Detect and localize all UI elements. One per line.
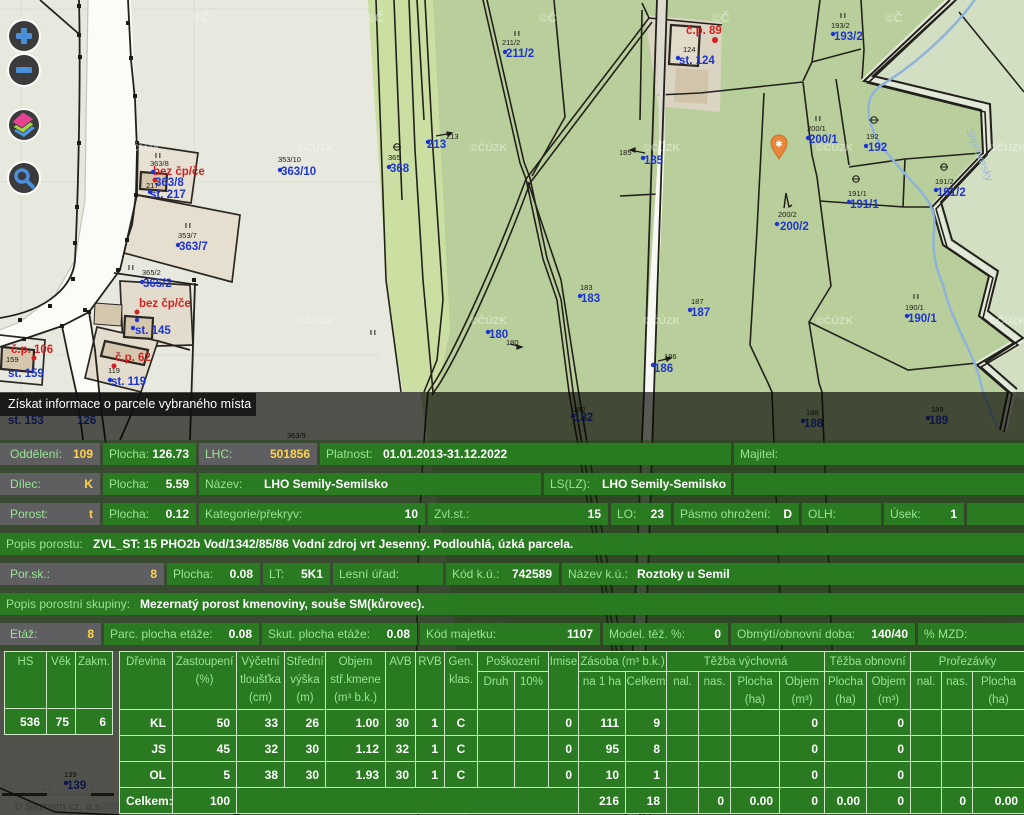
- svg-text:213: 213: [427, 139, 446, 151]
- svg-text:©ČÚZK: ©ČÚZK: [816, 314, 853, 327]
- svg-text:363/10: 363/10: [281, 166, 316, 178]
- svg-text:č.p. 89: č.p. 89: [686, 25, 722, 37]
- svg-text:190/1: 190/1: [905, 303, 924, 312]
- svg-text:©ČÚZK: ©ČÚZK: [470, 314, 507, 327]
- svg-text:211/2: 211/2: [502, 38, 520, 47]
- svg-text:193/2: 193/2: [831, 21, 850, 30]
- svg-text:I I: I I: [185, 223, 191, 230]
- svg-text:©ČÚZK: ©ČÚZK: [989, 141, 1024, 154]
- svg-text:©ČÚZK: ©ČÚZK: [470, 141, 507, 154]
- svg-text:I I: I I: [514, 31, 520, 38]
- svg-text:✱: ✱: [775, 139, 783, 149]
- svg-text:I I: I I: [840, 13, 846, 20]
- svg-text:©Č: ©Č: [366, 10, 384, 25]
- svg-text:©Č: ©Č: [712, 10, 730, 25]
- svg-text:I I: I I: [370, 330, 376, 337]
- svg-text:365: 365: [388, 153, 401, 162]
- svg-text:192: 192: [866, 132, 879, 141]
- svg-text:183: 183: [580, 283, 593, 292]
- svg-text:159: 159: [6, 355, 19, 364]
- svg-text:st. 124: st. 124: [679, 55, 715, 67]
- svg-text:365/2: 365/2: [143, 278, 172, 290]
- svg-text:I I: I I: [913, 294, 919, 301]
- svg-text:st. 217: st. 217: [150, 189, 186, 201]
- svg-text:bez čp/če: bez čp/če: [139, 298, 191, 310]
- svg-text:180: 180: [489, 329, 508, 341]
- svg-text:č.p. 106: č.p. 106: [11, 344, 53, 356]
- svg-text:©Č: ©Č: [539, 10, 557, 25]
- svg-text:353/7: 353/7: [178, 231, 197, 240]
- svg-text:187: 187: [691, 297, 704, 306]
- svg-text:200/2: 200/2: [780, 221, 809, 233]
- svg-text:©ČÚZK: ©ČÚZK: [297, 141, 334, 154]
- svg-text:191/1: 191/1: [850, 199, 879, 211]
- svg-text:363/8: 363/8: [155, 177, 184, 189]
- svg-text:186: 186: [654, 363, 673, 375]
- svg-text:191/1: 191/1: [848, 189, 867, 198]
- svg-text:200/2: 200/2: [778, 210, 797, 219]
- svg-text:©ČÚZK: ©ČÚZK: [643, 314, 680, 327]
- svg-text:200/1: 200/1: [807, 124, 826, 133]
- svg-text:193/2: 193/2: [834, 31, 863, 43]
- svg-text:I I: I I: [155, 153, 161, 160]
- svg-text:187: 187: [691, 307, 710, 319]
- svg-text:185: 185: [619, 148, 632, 157]
- svg-text:190/1: 190/1: [908, 313, 937, 325]
- svg-text:st. 159: st. 159: [8, 368, 44, 380]
- svg-text:191/2: 191/2: [935, 177, 954, 186]
- svg-text:©Č: ©Č: [885, 10, 903, 25]
- svg-text:183: 183: [581, 293, 600, 305]
- svg-text:363/7: 363/7: [179, 241, 208, 253]
- svg-text:353/10: 353/10: [278, 155, 301, 164]
- svg-text:©ČÚZK: ©ČÚZK: [643, 141, 680, 154]
- svg-text:185: 185: [644, 155, 664, 167]
- svg-text:©ČÚZK: ©ČÚZK: [297, 314, 334, 327]
- svg-text:©ČÚZK: ©ČÚZK: [989, 314, 1024, 327]
- svg-text:č.p. 62: č.p. 62: [115, 352, 151, 364]
- svg-text:365/2: 365/2: [142, 268, 161, 277]
- svg-text:st. 145: st. 145: [135, 325, 171, 337]
- svg-text:I I: I I: [815, 116, 821, 123]
- svg-text:200/1: 200/1: [809, 134, 838, 146]
- svg-text:368: 368: [390, 163, 410, 175]
- svg-text:st. 119: st. 119: [111, 376, 146, 388]
- svg-text:192: 192: [868, 142, 887, 154]
- svg-text:191/2: 191/2: [937, 187, 966, 199]
- svg-text:124: 124: [683, 45, 696, 54]
- svg-text:211/2: 211/2: [506, 48, 534, 60]
- svg-text:©Č: ©Č: [193, 10, 211, 25]
- svg-text:I I: I I: [128, 265, 134, 272]
